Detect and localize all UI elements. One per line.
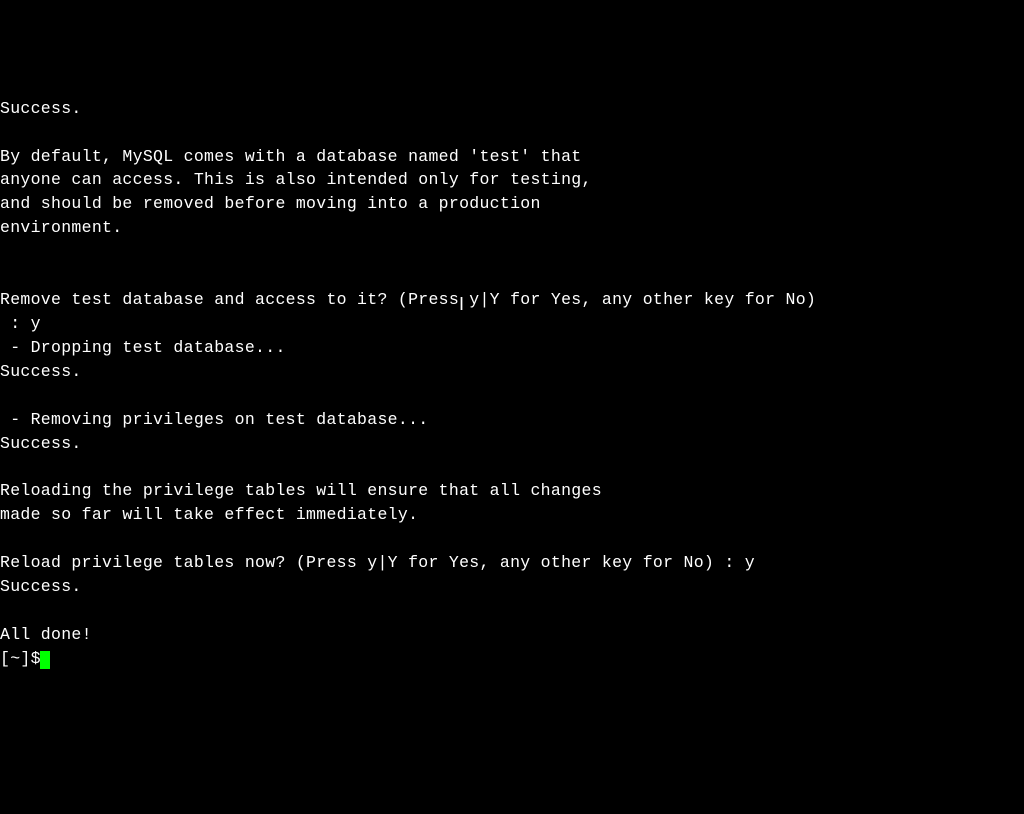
block-cursor-icon (40, 651, 50, 669)
shell-prompt: [~]$ (0, 649, 41, 668)
terminal-output: Success. By default, MySQL comes with a … (0, 97, 1024, 647)
